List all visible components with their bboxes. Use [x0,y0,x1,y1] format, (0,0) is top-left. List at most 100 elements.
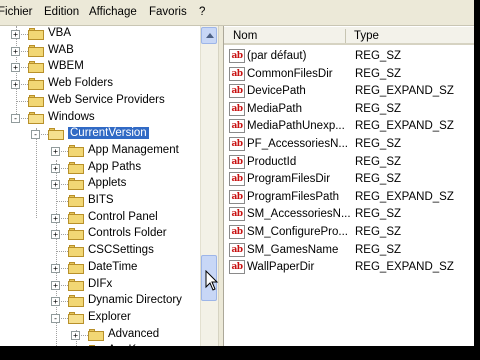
menu-bar: Fichier Edition Affichage Favoris ? [0,0,474,26]
value-row[interactable]: ab SM_AccessoriesN... REG_SZ [229,206,474,223]
menu-edition[interactable]: Edition [44,6,79,18]
tree-item-control-panel[interactable]: + Control Panel [0,210,200,226]
value-row[interactable]: ab MediaPathUnexp... REG_EXPAND_SZ [229,118,474,135]
tree-item-label: Applets [88,177,127,189]
menu-affichage[interactable]: Affichage [89,6,137,18]
expand-icon[interactable]: + [51,180,60,189]
tree-item-app-paths[interactable]: + App Paths [0,160,200,176]
value-row[interactable]: ab ProgramFilesPath REG_EXPAND_SZ [229,189,474,206]
scroll-up-arrow-icon[interactable] [201,27,217,44]
tree-item-web-service-providers[interactable]: Web Service Providers [0,93,200,109]
tree-item-datetime[interactable]: + DateTime [0,260,200,276]
value-name: DevicePath [247,85,306,97]
value-name: SM_GamesName [247,244,339,256]
value-type: REG_EXPAND_SZ [355,261,454,273]
folder-icon [68,295,84,307]
value-row[interactable]: ab MediaPath REG_SZ [229,101,474,118]
tree-item-windows[interactable]: - Windows [0,110,200,126]
tree-item-label: Dynamic Directory [88,294,182,306]
expand-icon[interactable]: + [51,147,60,156]
tree-item-difx[interactable]: + DIFx [0,277,200,293]
collapse-icon[interactable]: - [11,114,20,123]
expand-icon[interactable]: + [51,297,60,306]
value-row[interactable]: ab WallPaperDir REG_EXPAND_SZ [229,259,474,276]
tree-item-web-folders[interactable]: + Web Folders [0,76,200,92]
collapse-icon[interactable]: - [31,130,40,139]
value-type: REG_SZ [355,50,402,62]
value-row[interactable]: ab CommonFilesDir REG_SZ [229,66,474,83]
expand-icon[interactable]: + [51,281,60,290]
tree-item-applets[interactable]: + Applets [0,176,200,192]
tree-item-wbem[interactable]: + WBEM [0,59,200,75]
folder-icon [28,45,44,57]
value-name: ProductId [247,156,297,168]
column-header-name[interactable]: Nom [233,30,257,42]
string-value-icon: ab [229,84,245,98]
value-name: PF_AccessoriesN... [247,138,348,150]
string-value-icon: ab [229,243,245,257]
folder-icon [68,178,84,190]
folder-icon [68,212,84,224]
tree-item-explorer[interactable]: - Explorer [0,310,200,326]
tree-item-label: Web Folders [48,77,113,89]
tree-item-label: Windows [48,111,95,123]
value-name: SM_AccessoriesN... [247,208,351,220]
tree-item-controls-folder[interactable]: + Controls Folder [0,226,200,242]
menu-fichier[interactable]: Fichier [0,6,33,18]
value-row[interactable]: ab ProgramFilesDir REG_SZ [229,171,474,188]
value-type: REG_SZ [355,244,402,256]
value-type: REG_SZ [355,208,402,220]
value-row[interactable]: ab (par défaut) REG_SZ [229,48,474,65]
expand-icon[interactable]: + [51,214,60,223]
value-name: CommonFilesDir [247,68,333,80]
value-row[interactable]: ab SM_GamesName REG_SZ [229,242,474,259]
expand-icon[interactable]: + [11,63,20,72]
string-value-icon: ab [229,49,245,63]
value-row[interactable]: ab SM_ConfigurePro... REG_SZ [229,224,474,241]
folder-icon [28,78,44,90]
tree-item-vba[interactable]: + VBA [0,26,200,42]
folder-icon [68,312,84,324]
folder-icon [28,61,44,73]
tree-item-label: DateTime [88,261,138,273]
folder-icon [28,112,44,124]
value-type: REG_SZ [355,68,402,80]
folder-icon [88,329,104,341]
string-value-icon: ab [229,172,245,186]
folder-icon [68,195,84,207]
collapse-icon[interactable]: - [51,314,60,323]
value-name: MediaPathUnexp... [247,120,345,132]
tree-item-label: WBEM [48,60,84,72]
mouse-pointer-icon [205,270,219,291]
value-row[interactable]: ab DevicePath REG_EXPAND_SZ [229,83,474,100]
tree-item-dynamic-directory[interactable]: + Dynamic Directory [0,293,200,309]
expand-icon[interactable]: + [11,47,20,56]
value-name: ProgramFilesPath [247,191,340,203]
folder-icon [68,245,84,257]
tree-item-app-management[interactable]: + App Management [0,143,200,159]
tree-item-label: Control Panel [88,211,158,223]
tree-item-cscsettings[interactable]: CSCSettings [0,243,200,259]
expand-icon[interactable]: + [11,80,20,89]
string-value-icon: ab [229,102,245,116]
tree-item-advanced[interactable]: + Advanced [0,327,200,343]
expand-icon[interactable]: + [11,30,20,39]
column-header-type[interactable]: Type [354,30,379,42]
menu-favoris[interactable]: Favoris [149,6,187,18]
tree-item-label: CurrentVersion [68,127,149,139]
expand-icon[interactable]: + [51,264,60,273]
value-row[interactable]: ab ProductId REG_SZ [229,154,474,171]
expand-icon[interactable]: + [71,331,80,340]
tree-item-label: App Management [88,144,179,156]
menu-help[interactable]: ? [199,6,205,18]
folder-icon [68,262,84,274]
tree-item-wab[interactable]: + WAB [0,43,200,59]
expand-icon[interactable]: + [51,230,60,239]
expand-icon[interactable]: + [51,164,60,173]
tree-item-bits[interactable]: BITS [0,193,200,209]
column-divider[interactable] [345,29,346,43]
tree-connector [16,101,28,102]
value-row[interactable]: ab PF_AccessoriesN... REG_SZ [229,136,474,153]
folder-icon [68,228,84,240]
tree-item-currentversion[interactable]: - CurrentVersion [0,126,200,142]
